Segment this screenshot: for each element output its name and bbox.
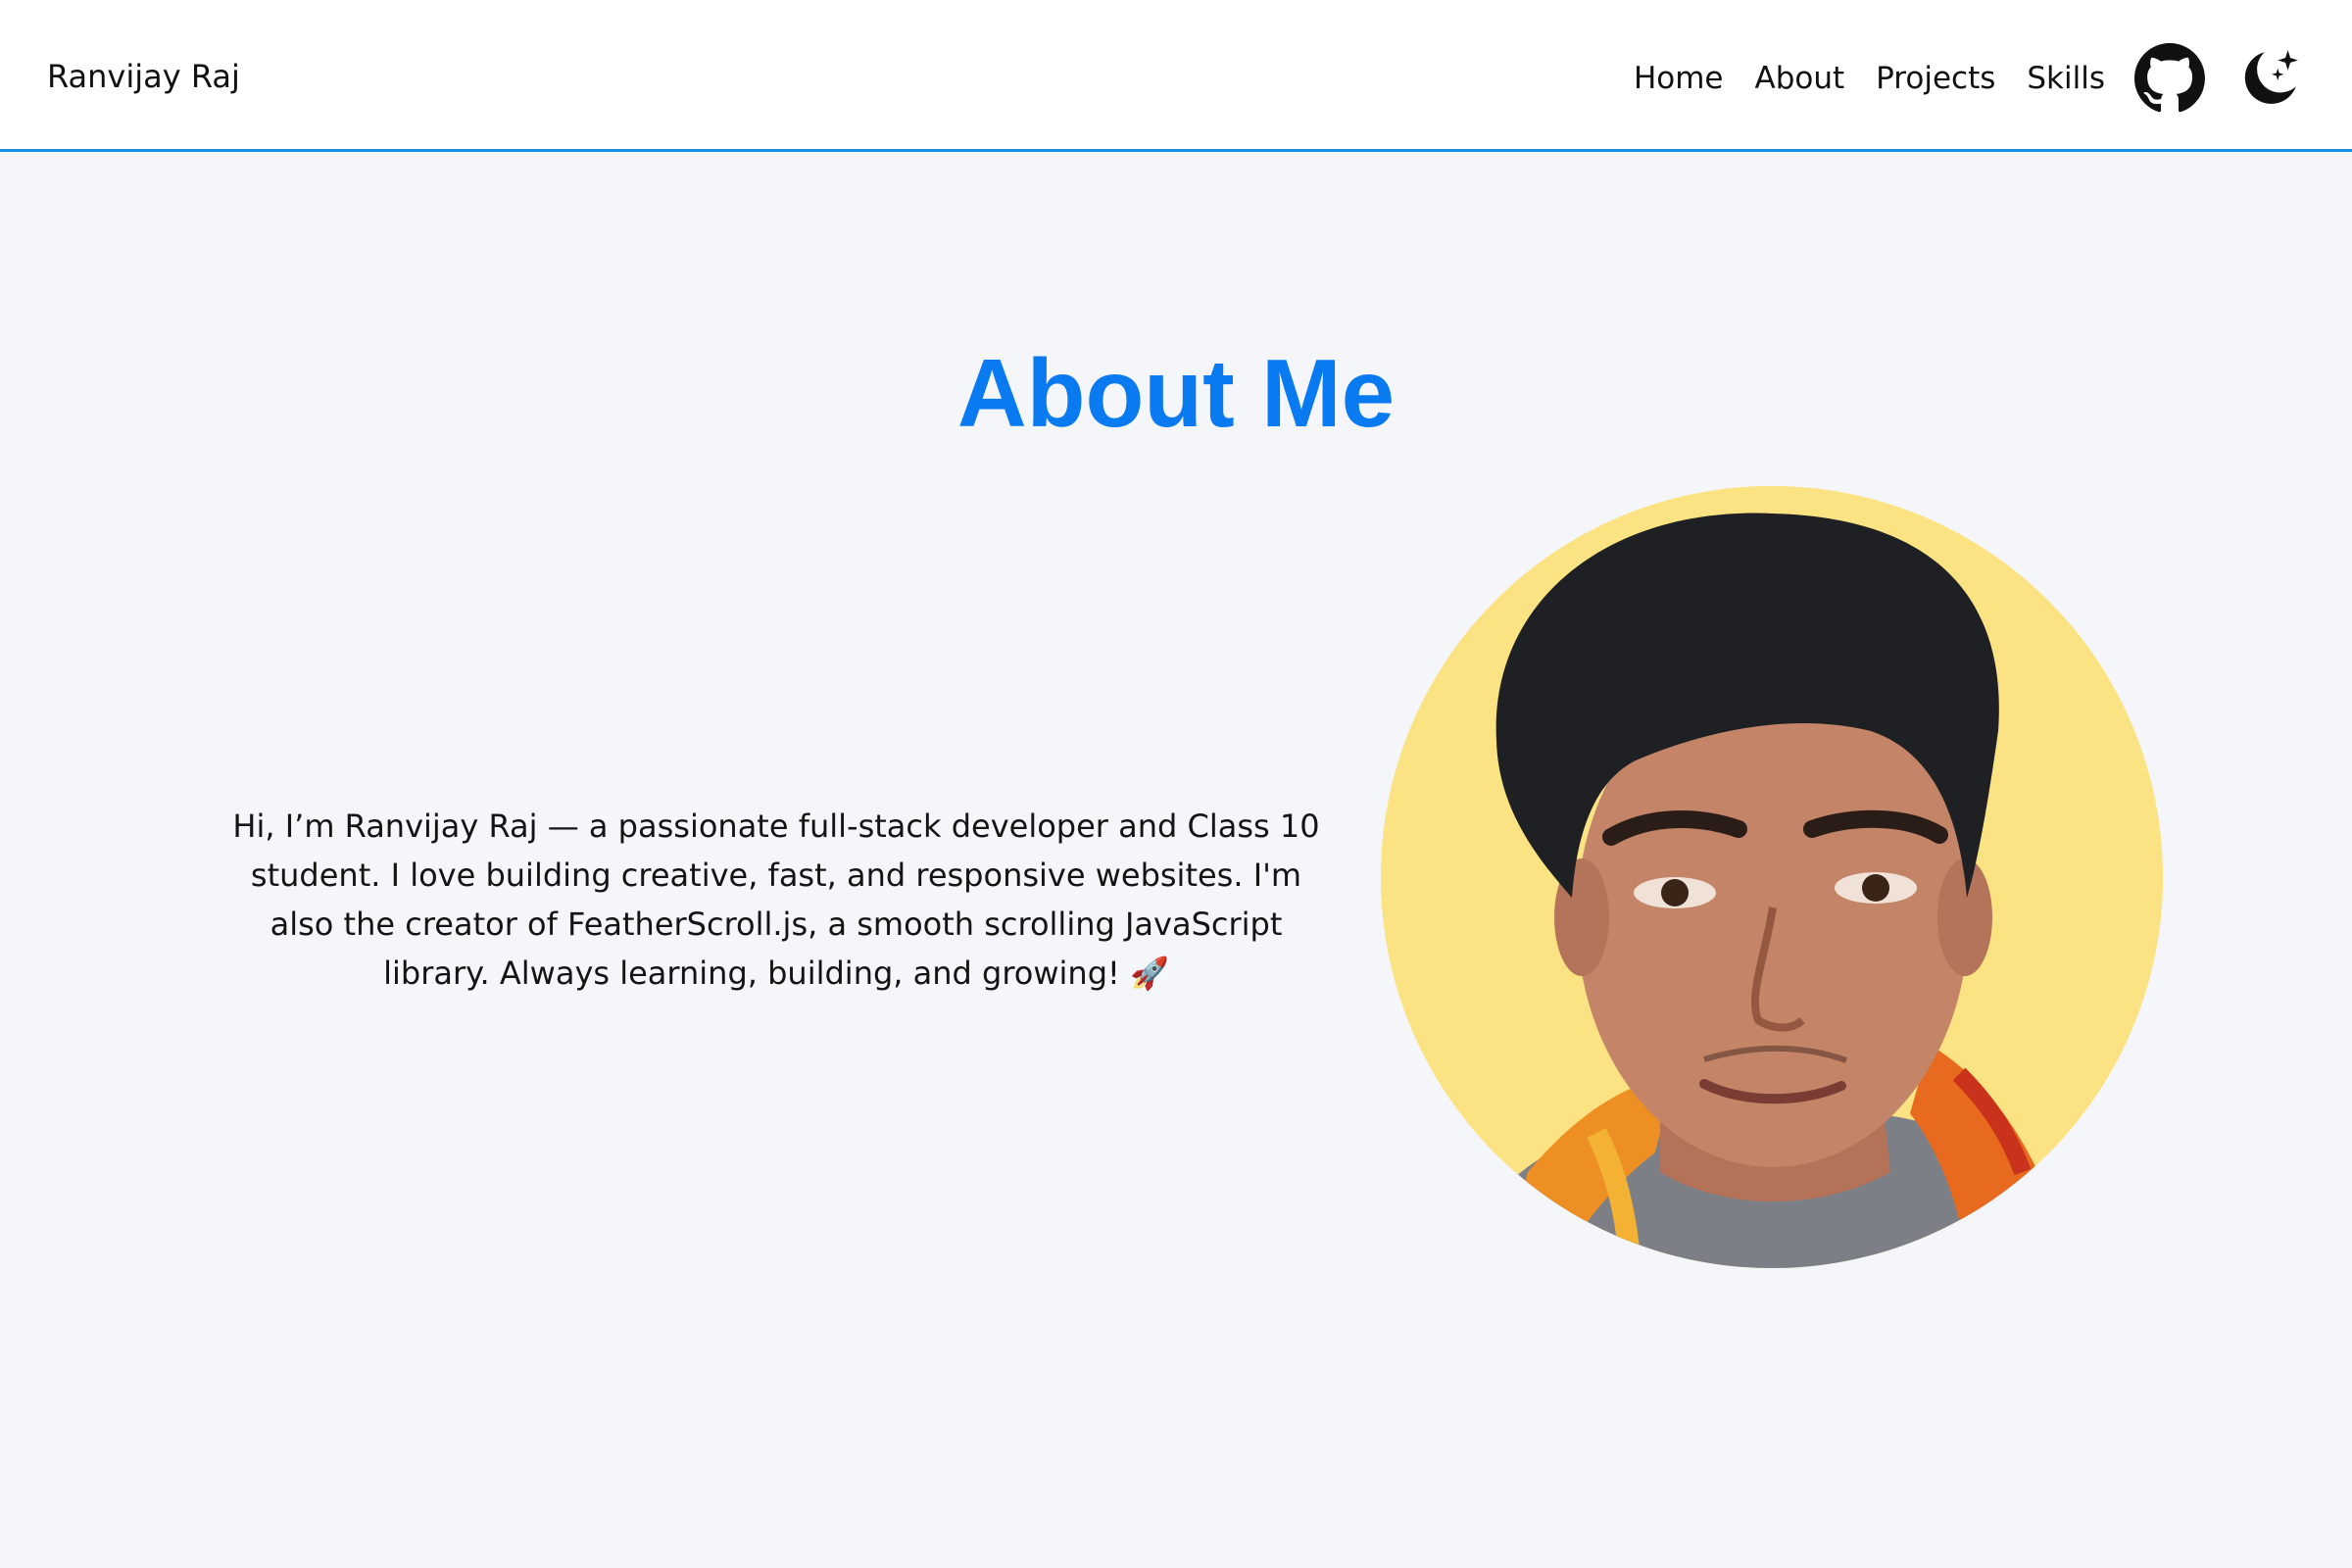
about-text: Hi, I’m Ranvijay Raj — a passionate full… <box>232 808 1320 992</box>
nav-skills-link[interactable]: Skills <box>2027 61 2105 96</box>
about-section: About Me Hi, I’m Ranvijay Raj — a passio… <box>0 155 2352 1568</box>
nav-links: Home About Projects Skills <box>1634 35 2305 122</box>
nav-home-link[interactable]: Home <box>1634 61 1724 96</box>
nav-about-link[interactable]: About <box>1755 61 1845 96</box>
brand-name[interactable]: Ranvijay Raj <box>47 57 240 96</box>
nav-projects-link[interactable]: Projects <box>1876 61 1995 96</box>
github-icon[interactable] <box>2134 43 2205 114</box>
about-title: About Me <box>956 339 1396 447</box>
profile-photo <box>1381 486 2163 1268</box>
moon-stars-icon[interactable] <box>2234 43 2305 114</box>
navbar: Ranvijay Raj Home About Projects Skills <box>0 0 2352 152</box>
